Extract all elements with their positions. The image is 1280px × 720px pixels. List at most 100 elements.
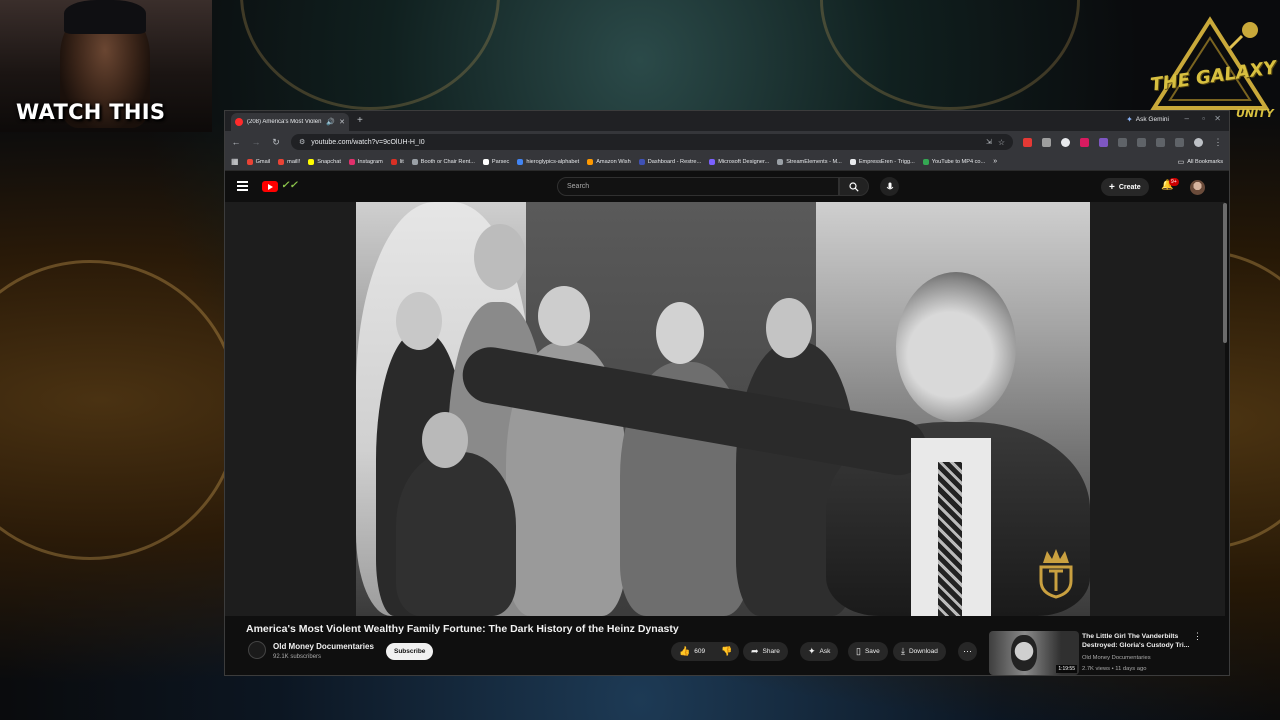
search-input[interactable]: Search (557, 177, 839, 196)
bookmark-item[interactable]: StreamElements - M... (777, 158, 842, 165)
profile-icon[interactable] (1194, 137, 1203, 147)
forward-icon[interactable]: → (251, 137, 261, 147)
new-tab-icon[interactable]: + (357, 116, 363, 126)
bookmark-item[interactable]: Snapchat (308, 158, 341, 165)
share-arrow-icon: ➦ (751, 646, 759, 656)
downloads-icon[interactable] (1156, 137, 1165, 147)
recommended-channel-name[interactable]: Old Money Documentaries (1082, 655, 1151, 661)
address-bar[interactable]: ⚙ youtube.com/watch?v=9cOlUH-H_I0 ⇲ ☆ (291, 134, 1013, 150)
search-button[interactable] (839, 177, 869, 196)
bookmark-item[interactable]: Amazon Wish (587, 158, 631, 165)
voice-search-button[interactable] (880, 177, 899, 196)
channel-name[interactable]: Old Money Documentaries (273, 642, 374, 651)
bookmark-label: EmpressEren - Trigg... (858, 158, 915, 165)
bookmark-icon: ▯ (856, 646, 861, 656)
bookmark-item[interactable]: Dashboard - Restre... (638, 158, 701, 165)
bookmark-item[interactable]: Gmail (246, 158, 271, 165)
streamer-webcam: WATCH THIS (0, 0, 212, 132)
recommended-video-title[interactable]: The Little Girl The Vanderbilts Destroye… (1082, 632, 1192, 650)
bookmark-favicon-icon (348, 158, 355, 165)
thumbs-up-icon[interactable]: 👍 (679, 647, 690, 656)
all-bookmarks-folder[interactable]: ▭ All Bookmarks (1178, 158, 1223, 166)
bookmark-item[interactable]: Instagram (348, 158, 383, 165)
extension-icon[interactable] (1023, 137, 1032, 147)
youtube-header: ✓✓ Search + Create 🔔 9+ (225, 172, 1229, 202)
back-icon[interactable]: ← (231, 137, 241, 147)
download-label: Download (908, 648, 938, 655)
subscribe-button[interactable]: Subscribe (386, 643, 434, 660)
decorative-swirl (0, 260, 240, 560)
extension-icon[interactable] (1080, 137, 1089, 147)
bookmark-item[interactable]: maill! (278, 158, 300, 165)
site-info-icon[interactable]: ⚙ (299, 138, 305, 146)
video-person (396, 452, 516, 616)
ask-gemini-button[interactable]: ✦ Ask Gemini (1126, 115, 1169, 124)
extensions-puzzle-icon[interactable] (1118, 137, 1127, 147)
bookmark-item[interactable]: Microsoft Designer... (709, 158, 770, 165)
video-person-head (396, 292, 442, 350)
create-button[interactable]: + Create (1101, 178, 1149, 196)
youtube-doodle-logo[interactable]: ✓✓ (281, 180, 298, 191)
bookmark-label: Microsoft Designer... (718, 158, 770, 165)
bookmark-star-icon[interactable]: ☆ (998, 138, 1005, 147)
bookmark-favicon-icon (482, 158, 489, 165)
bookmark-favicon-icon (308, 158, 315, 165)
minimize-icon[interactable]: – (1185, 115, 1189, 123)
video-title: America's Most Violent Wealthy Family Fo… (246, 623, 679, 635)
sidebar-icon[interactable] (1137, 137, 1146, 147)
thumbnail-face (1011, 635, 1037, 671)
hamburger-menu-icon[interactable] (237, 181, 248, 191)
video-duration: 1:19:55 (1056, 665, 1077, 673)
account-avatar[interactable] (1190, 180, 1205, 195)
share-label: Share (762, 648, 780, 655)
bookmark-item[interactable]: YouTube to MP4 co... (922, 158, 985, 165)
share-button[interactable]: ➦ Share (743, 642, 788, 661)
bookmark-label: Booth or Chair Rent... (420, 158, 475, 165)
streamer-cap (64, 0, 146, 34)
tab-search-icon[interactable] (1175, 137, 1184, 147)
video-man-head (896, 272, 1016, 422)
tab-youtube[interactable]: (208) America's Most Violen 🔊 ✕ (231, 113, 349, 131)
bookmark-item[interactable]: Parsec (482, 158, 509, 165)
bookmark-item[interactable]: hieroglypics-alphabet (517, 158, 579, 165)
channel-avatar[interactable] (248, 641, 266, 659)
install-icon[interactable]: ⇲ (986, 138, 992, 146)
video-frame[interactable] (356, 202, 1090, 616)
more-horizontal-icon: ⋯ (963, 646, 972, 656)
close-window-icon[interactable]: ✕ (1214, 115, 1221, 123)
bookmark-item[interactable]: lit (390, 158, 404, 165)
extension-icon[interactable] (1042, 137, 1051, 147)
recommended-video-thumbnail[interactable]: 1:19:55 (989, 631, 1079, 675)
plus-icon: + (1109, 181, 1115, 193)
more-bookmarks-icon[interactable]: » (993, 158, 997, 165)
video-person-head (538, 286, 590, 346)
ask-label: Ask (819, 648, 831, 655)
reload-icon[interactable]: ↻ (271, 137, 281, 147)
video-tie (938, 462, 962, 616)
bookmark-item[interactable]: Booth or Chair Rent... (411, 158, 475, 165)
video-person-head (474, 224, 526, 290)
video-player[interactable] (225, 202, 1225, 616)
bookmark-label: Gmail (255, 158, 271, 165)
page-scrollbar[interactable] (1223, 203, 1227, 343)
like-count[interactable]: 609 (694, 648, 705, 655)
maximize-icon[interactable]: ▫ (1202, 115, 1205, 123)
thumbs-down-icon[interactable]: 👎 (721, 647, 732, 656)
save-button[interactable]: ▯ Save (848, 642, 888, 661)
kebab-menu-icon[interactable]: ⋮ (1193, 632, 1202, 641)
extension-icon[interactable] (1061, 137, 1070, 147)
audio-playing-icon[interactable]: 🔊 (326, 119, 335, 126)
extension-icon[interactable] (1099, 137, 1108, 147)
bookmark-item[interactable]: EmpressEren - Trigg... (849, 158, 915, 165)
notification-count-badge: 9+ (1169, 178, 1179, 186)
logo-subtext: UNITY (1236, 107, 1274, 120)
tab-strip: (208) America's Most Violen 🔊 ✕ + ✦ Ask … (225, 111, 1229, 131)
kebab-menu-icon[interactable]: ⋮ (1213, 137, 1223, 147)
close-tab-icon[interactable]: ✕ (339, 119, 345, 126)
download-button[interactable]: ⤓ Download (893, 642, 946, 661)
decorative-swirl (820, 0, 1080, 110)
youtube-logo-icon[interactable] (262, 181, 278, 192)
apps-grid-icon[interactable]: ▦ (231, 157, 239, 166)
more-actions-button[interactable]: ⋯ (958, 642, 977, 661)
ask-button[interactable]: ✦ Ask (800, 642, 839, 661)
